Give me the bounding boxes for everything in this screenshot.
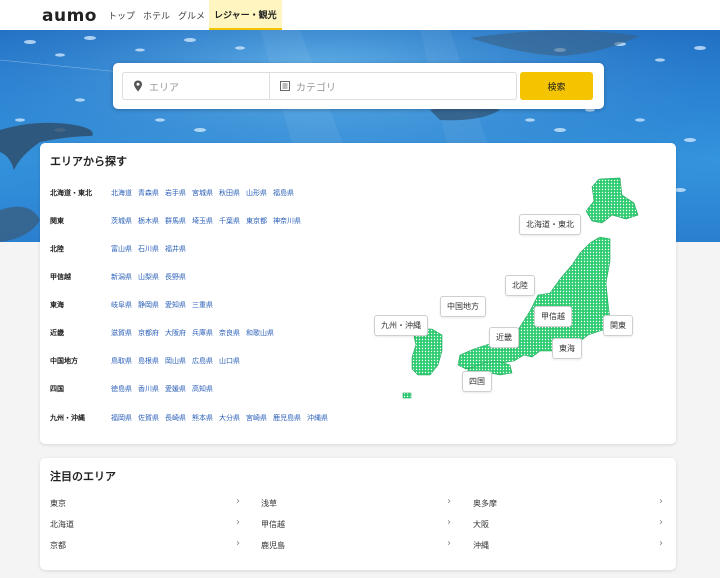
featured-area-item[interactable]: 甲信越 › <box>261 516 451 532</box>
map-label-chugoku[interactable]: 中国地方 <box>440 296 486 317</box>
featured-area-label: 沖縄 <box>473 540 489 550</box>
chevron-right-icon: › <box>447 517 451 528</box>
chevron-right-icon: › <box>236 496 240 507</box>
area-search-card: エリアから探す 北海道・東北 北海道 青森県 岩手県 宮城県 秋田県 山形県 福島県 関東 茨城県… <box>40 143 676 444</box>
site-logo[interactable]: aumo <box>42 6 97 26</box>
chevron-right-icon: › <box>659 496 663 507</box>
category-search-input[interactable]: カテゴリ <box>269 72 517 100</box>
map-hokkaido[interactable] <box>585 177 639 224</box>
featured-area-item[interactable]: 鹿児島 › <box>261 537 451 553</box>
category-list-icon <box>280 81 290 91</box>
location-pin-icon <box>134 80 142 92</box>
main-nav: トップ ホテル グルメ レジャー・観光 <box>104 0 282 30</box>
search-button[interactable]: 検索 <box>520 72 593 100</box>
featured-area-item[interactable]: 奥多摩 › <box>473 495 663 511</box>
featured-area-label: 京都 <box>50 540 66 550</box>
featured-area-label: 鹿児島 <box>261 540 285 550</box>
map-okinawa[interactable] <box>402 392 412 399</box>
chevron-right-icon: › <box>659 517 663 528</box>
featured-area-item[interactable]: 沖縄 › <box>473 537 663 553</box>
chevron-right-icon: › <box>236 538 240 549</box>
map-label-tokai[interactable]: 東海 <box>552 338 582 359</box>
featured-area-item[interactable]: 浅草 › <box>261 495 451 511</box>
featured-area-label: 北海道 <box>50 519 74 529</box>
featured-areas-card: 注目のエリア 東京 › 浅草 › 奥多摩 › 北海道 › 甲信越 › 大阪 › 京都 › 鹿児島 › 沖縄 › <box>40 458 676 570</box>
featured-section-title: 注目のエリア <box>50 470 116 483</box>
featured-area-label: 奥多摩 <box>473 498 497 508</box>
category-placeholder: カテゴリ <box>296 82 336 94</box>
featured-area-label: 東京 <box>50 498 66 508</box>
map-label-shikoku[interactable]: 四国 <box>462 371 492 392</box>
chevron-right-icon: › <box>447 538 451 549</box>
map-label-koshinetsu[interactable]: 甲信越 <box>534 306 572 327</box>
map-label-kyushu-okinawa[interactable]: 九州・沖縄 <box>374 315 428 336</box>
nav-top[interactable]: トップ <box>104 0 139 30</box>
site-header: aumo トップ ホテル グルメ レジャー・観光 <box>0 0 720 30</box>
featured-area-item[interactable]: 東京 › <box>50 495 240 511</box>
chevron-right-icon: › <box>447 496 451 507</box>
featured-area-label: 甲信越 <box>261 519 285 529</box>
nav-hotel[interactable]: ホテル <box>139 0 174 30</box>
nav-leisure[interactable]: レジャー・観光 <box>209 0 282 30</box>
japan-map <box>402 177 639 399</box>
map-label-kinki[interactable]: 近畿 <box>489 327 519 348</box>
featured-area-item[interactable]: 大阪 › <box>473 516 663 532</box>
area-search-input[interactable]: エリア <box>122 72 270 100</box>
featured-area-item[interactable]: 京都 › <box>50 537 240 553</box>
map-label-hokuriku[interactable]: 北陸 <box>505 275 535 296</box>
featured-area-item[interactable]: 北海道 › <box>50 516 240 532</box>
nav-gourmet[interactable]: グルメ <box>174 0 209 30</box>
featured-area-label: 大阪 <box>473 519 489 529</box>
chevron-right-icon: › <box>659 538 663 549</box>
search-box: エリア カテゴリ 検索 <box>113 63 604 109</box>
map-label-hokkaido-tohoku[interactable]: 北海道・東北 <box>519 214 581 235</box>
map-label-kanto[interactable]: 関東 <box>603 315 633 336</box>
chevron-right-icon: › <box>236 517 240 528</box>
featured-area-label: 浅草 <box>261 498 277 508</box>
area-placeholder: エリア <box>149 82 179 94</box>
